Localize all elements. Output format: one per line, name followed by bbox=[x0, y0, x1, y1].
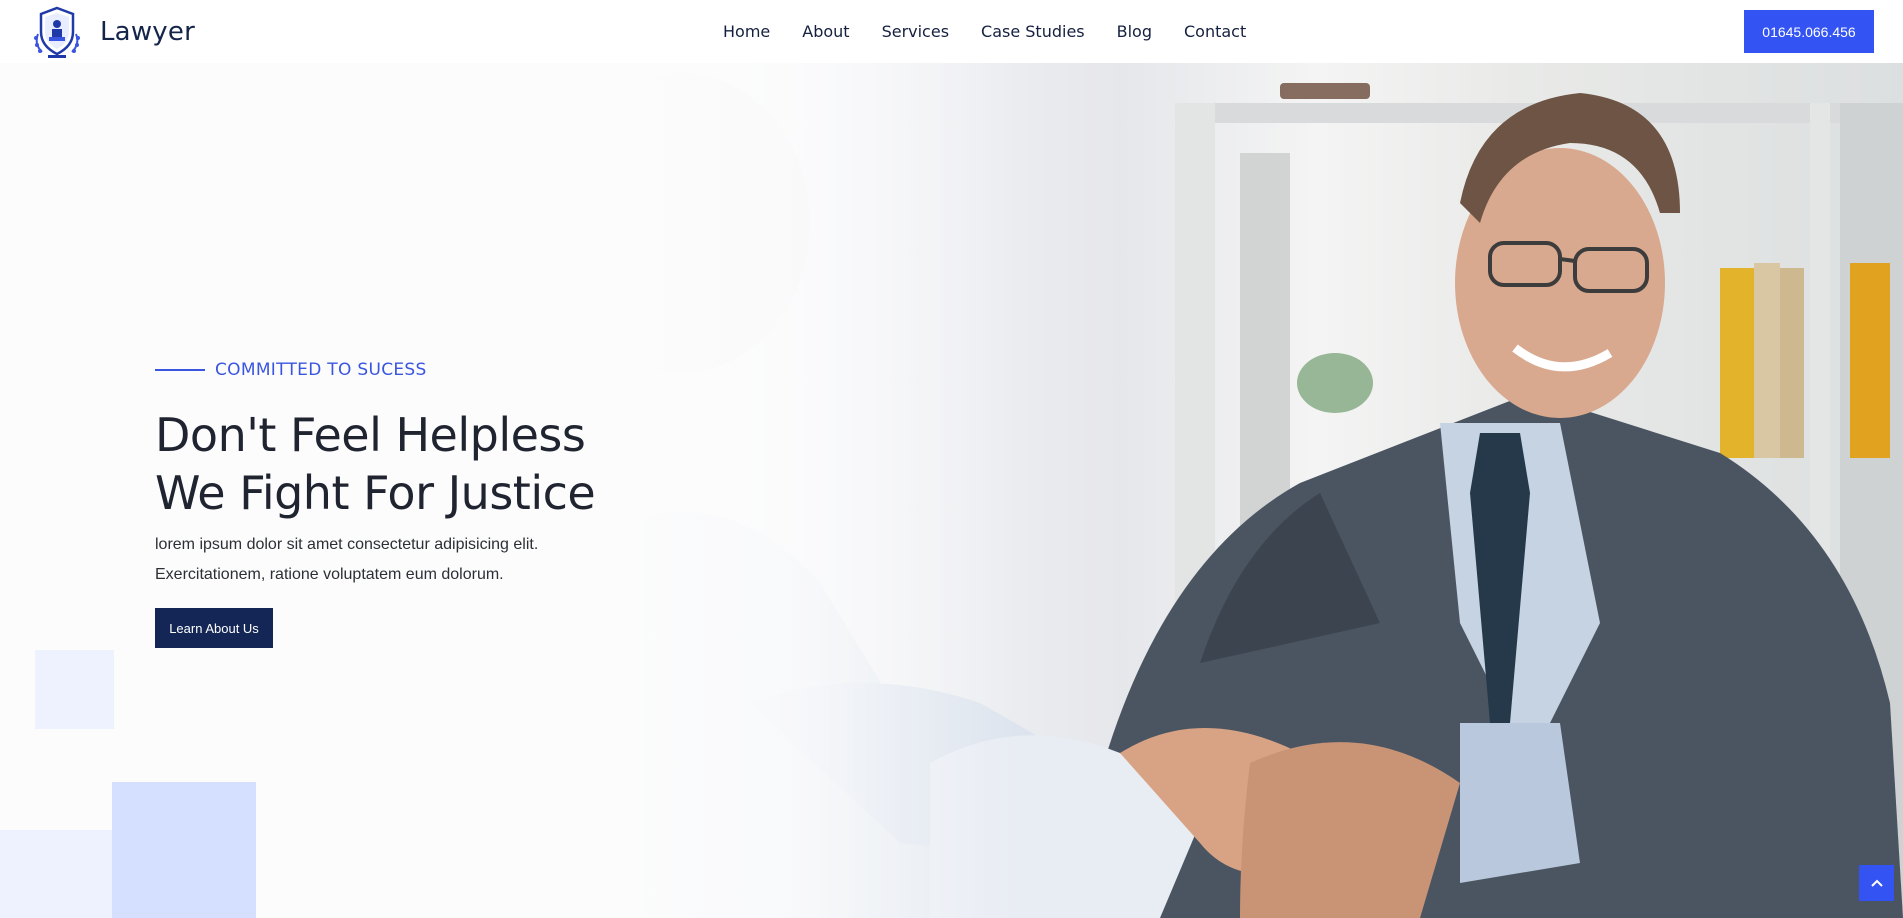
scroll-top-button[interactable] bbox=[1859, 865, 1894, 901]
lawyer-shield-emblem-icon bbox=[34, 6, 80, 58]
hero-heading: Don't Feel Helpless We Fight For Justice bbox=[155, 406, 715, 522]
eyebrow-divider bbox=[155, 369, 205, 371]
chevron-up-icon bbox=[1870, 879, 1883, 887]
main-nav: Home About Services Case Studies Blog Co… bbox=[723, 22, 1278, 41]
hero-description: lorem ipsum dolor sit amet consectetur a… bbox=[155, 530, 715, 590]
hero-heading-line2: We Fight For Justice bbox=[155, 466, 596, 520]
decor-square-medium bbox=[112, 782, 256, 918]
hero-eyebrow: COMMITTED TO SUCESS bbox=[155, 356, 715, 384]
hero-image bbox=[600, 63, 1903, 918]
hero-content: COMMITTED TO SUCESS Don't Feel Helpless … bbox=[155, 356, 715, 648]
hero-description-line1: lorem ipsum dolor sit amet consectetur a… bbox=[155, 536, 539, 553]
brand-name: Lawyer bbox=[100, 17, 195, 47]
nav-contact[interactable]: Contact bbox=[1184, 22, 1246, 41]
eyebrow-text: COMMITTED TO SUCESS bbox=[215, 360, 427, 380]
hero-heading-line1: Don't Feel Helpless bbox=[155, 408, 586, 462]
site-header: Lawyer Home About Services Case Studies … bbox=[0, 0, 1903, 63]
nav-about[interactable]: About bbox=[802, 22, 849, 41]
decor-square-light bbox=[0, 830, 112, 918]
phone-button[interactable]: 01645.066.456 bbox=[1744, 10, 1874, 53]
brand-logo[interactable]: Lawyer bbox=[28, 4, 195, 60]
nav-case-studies[interactable]: Case Studies bbox=[981, 22, 1085, 41]
nav-blog[interactable]: Blog bbox=[1117, 22, 1152, 41]
nav-home[interactable]: Home bbox=[723, 22, 770, 41]
hero-description-line2: Exercitationem, ratione voluptatem eum d… bbox=[155, 566, 504, 583]
nav-services[interactable]: Services bbox=[882, 22, 949, 41]
decor-square-small bbox=[35, 650, 114, 729]
learn-about-us-button[interactable]: Learn About Us bbox=[155, 608, 273, 648]
